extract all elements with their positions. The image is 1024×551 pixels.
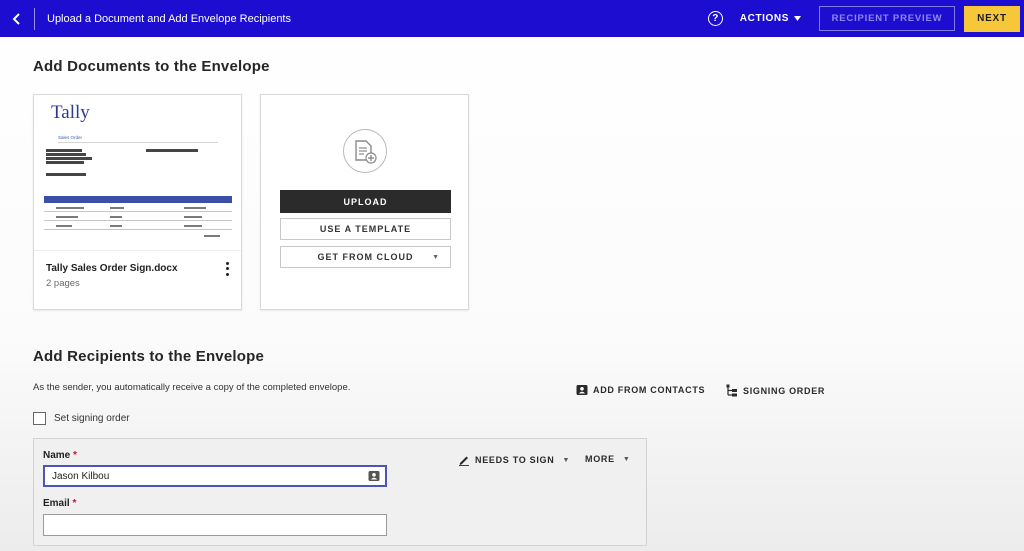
email-field[interactable]	[43, 514, 387, 536]
document-thumbnail[interactable]: Tally Sales Order	[34, 95, 241, 251]
page-title: Upload a Document and Add Envelope Recip…	[47, 12, 291, 25]
thumbnail-cell	[110, 207, 124, 209]
recipients-heading: Add Recipients to the Envelope	[33, 348, 265, 365]
sender-note: As the sender, you automatically receive…	[33, 382, 351, 393]
more-vertical-icon[interactable]	[223, 261, 231, 277]
divider	[34, 7, 35, 30]
signing-order-button[interactable]: SIGNING ORDER	[726, 384, 825, 397]
thumbnail-subtitle: Sales Order	[58, 135, 83, 140]
thumbnail-line	[46, 149, 82, 152]
required-mark: *	[72, 498, 77, 509]
set-signing-order-label: Set signing order	[54, 413, 130, 424]
caret-down-icon: ▼	[432, 253, 440, 261]
add-document-icon	[343, 129, 387, 173]
caret-down-icon: ▼	[562, 456, 571, 464]
next-button[interactable]: NEXT	[964, 5, 1020, 32]
chevron-left-icon	[12, 12, 20, 25]
thumbnail-cell	[184, 225, 202, 227]
document-card[interactable]: Tally Sales Order Tally Sales Order Sign…	[33, 94, 242, 310]
thumbnail-cell	[56, 225, 72, 227]
more-label: MORE	[585, 454, 615, 464]
recipient-role-dropdown[interactable]: NEEDS TO SIGN ▼	[458, 454, 570, 466]
thumbnail-table-header	[44, 196, 232, 203]
get-from-cloud-label: GET FROM CLOUD	[317, 252, 414, 262]
upload-card: UPLOAD USE A TEMPLATE GET FROM CLOUD ▼	[260, 94, 469, 310]
thumbnail-table-row	[44, 220, 232, 221]
thumbnail-table-row	[44, 229, 232, 230]
recipient-preview-button[interactable]: RECIPIENT PREVIEW	[819, 6, 955, 31]
more-dropdown[interactable]: MORE ▼	[585, 454, 630, 464]
email-label: Email *	[43, 498, 76, 509]
thumbnail-cell	[184, 207, 206, 209]
set-signing-order-checkbox[interactable]: Set signing order	[33, 412, 130, 425]
thumbnail-cell	[56, 216, 78, 218]
thumbnail-cell	[204, 235, 220, 237]
signing-order-label: SIGNING ORDER	[743, 385, 826, 396]
checkbox[interactable]	[33, 412, 46, 425]
top-bar: Upload a Document and Add Envelope Recip…	[0, 0, 1024, 37]
thumbnail-cell	[110, 216, 122, 218]
add-from-contacts-button[interactable]: ADD FROM CONTACTS	[576, 384, 705, 396]
name-label-text: Name	[43, 450, 71, 461]
thumbnail-line	[46, 157, 92, 160]
thumbnail-line	[46, 153, 86, 156]
get-from-cloud-button[interactable]: GET FROM CLOUD ▼	[280, 246, 451, 268]
thumbnail-line	[46, 161, 84, 164]
thumbnail-cell	[110, 225, 122, 227]
email-label-text: Email	[43, 498, 70, 509]
thumbnail-table-row	[44, 211, 232, 212]
required-mark: *	[73, 450, 77, 461]
role-label: NEEDS TO SIGN	[475, 455, 555, 465]
back-button[interactable]	[0, 0, 34, 37]
caret-down-icon	[794, 16, 801, 21]
contact-card-icon[interactable]	[368, 470, 380, 482]
thumbnail-line	[146, 149, 198, 152]
question-circle-icon[interactable]: ?	[707, 11, 723, 26]
contact-card-icon	[576, 385, 588, 395]
thumbnail-rule	[58, 142, 218, 143]
thumbnail-logo: Tally	[51, 102, 90, 123]
use-template-button[interactable]: USE A TEMPLATE	[280, 218, 451, 240]
name-label: Name *	[43, 450, 77, 461]
caret-down-icon: ▼	[622, 455, 631, 463]
actions-menu[interactable]: ACTIONS	[740, 13, 801, 24]
documents-heading: Add Documents to the Envelope	[33, 58, 270, 75]
thumbnail-cell	[184, 216, 202, 218]
document-pages: 2 pages	[46, 278, 80, 289]
pen-icon	[459, 456, 469, 466]
thumbnail-line	[46, 173, 86, 176]
signing-order-icon	[726, 384, 737, 397]
document-name: Tally Sales Order Sign.docx	[46, 263, 178, 274]
thumbnail-cell	[56, 207, 84, 209]
upload-button[interactable]: UPLOAD	[280, 190, 451, 213]
name-field[interactable]	[43, 465, 387, 487]
actions-label: ACTIONS	[739, 13, 789, 24]
recipient-card: Name * Email * NEEDS TO SIGN ▼ MORE ▼	[33, 438, 647, 546]
add-from-contacts-label: ADD FROM CONTACTS	[593, 385, 706, 395]
